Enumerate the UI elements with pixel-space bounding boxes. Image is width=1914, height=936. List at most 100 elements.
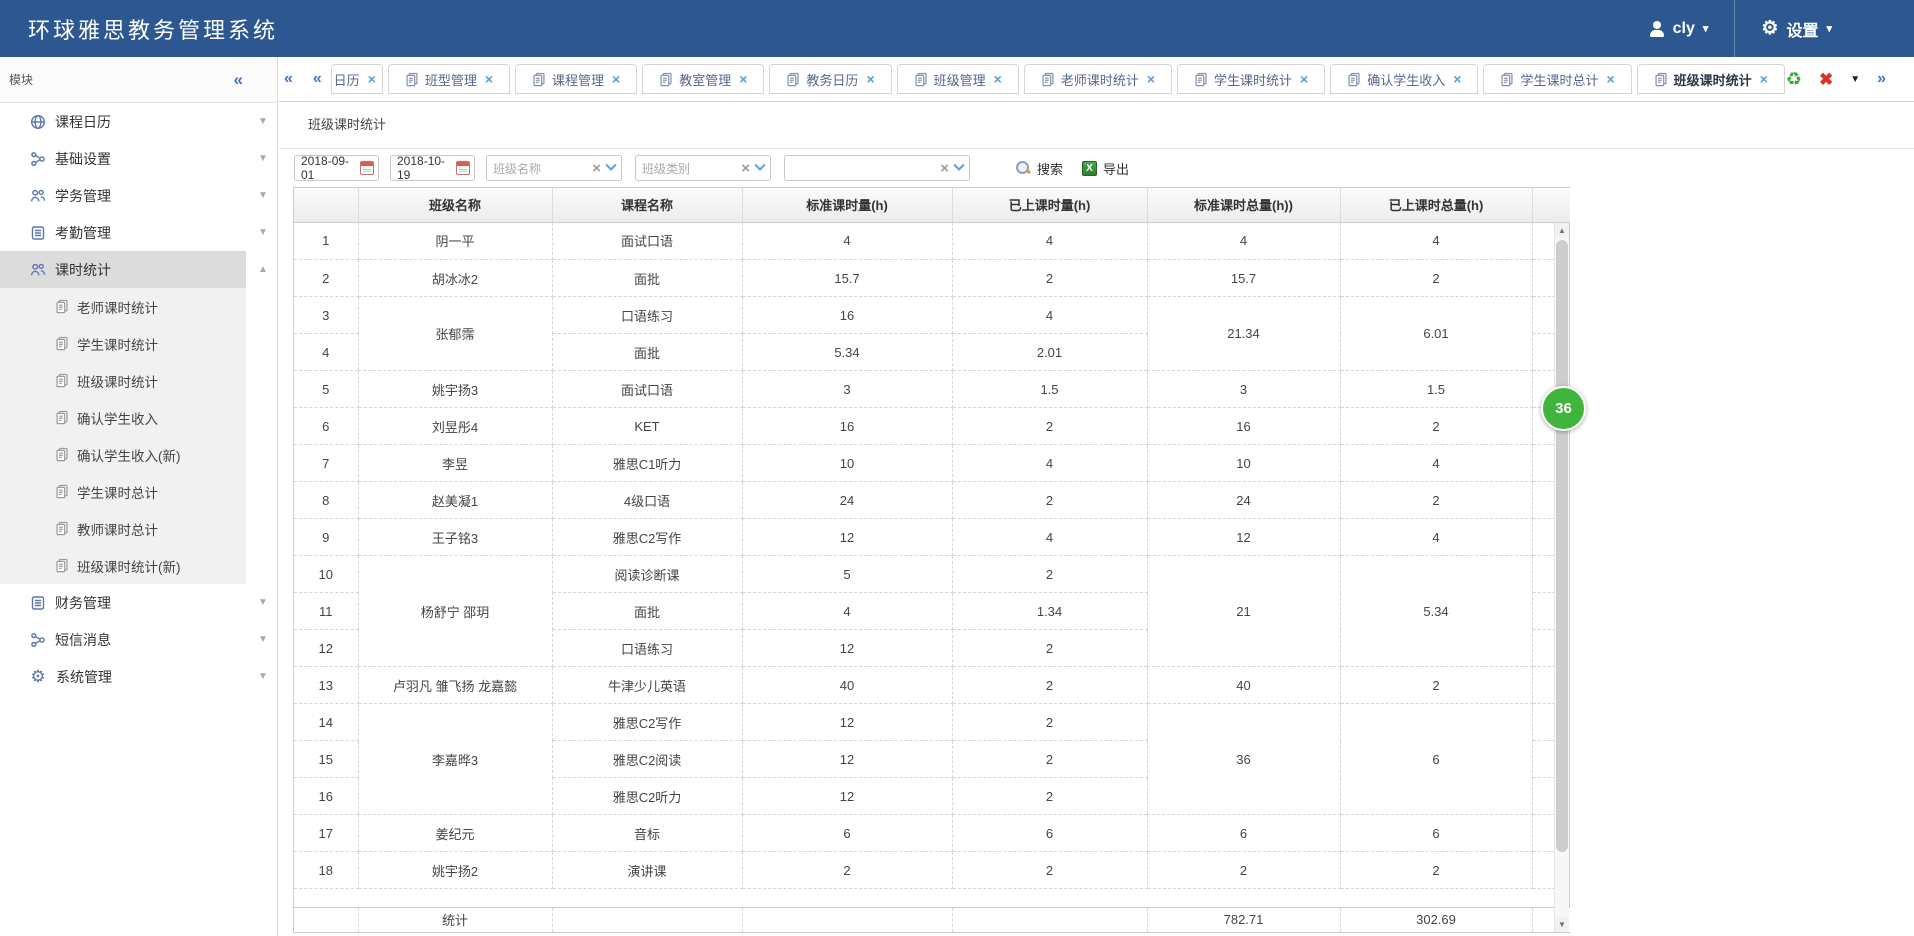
sidebar-subitem-4[interactable]: 确认学生收入 — [0, 399, 246, 436]
sidebar-subitem-2[interactable]: 学生课时统计 — [0, 325, 246, 362]
table-row[interactable]: 1阴一平面试口语4444 — [294, 223, 1569, 260]
sidebar-subitem-8[interactable]: 班级课时统计(新) — [0, 547, 246, 584]
cell-course-name: 雅思C1听力 — [552, 445, 742, 482]
sidebar-subitem-3[interactable]: 班级课时统计 — [0, 362, 246, 399]
table-row[interactable]: 17姜纪元音标6666 — [294, 815, 1569, 852]
table-row[interactable]: 8赵美凝14级口语242242 — [294, 482, 1569, 519]
date-from-input[interactable]: 2018-09-01 — [294, 155, 379, 181]
tab-4[interactable]: 教室管理× — [642, 64, 764, 94]
cell-completed-hours: 1.5 — [952, 371, 1147, 408]
scroll-up-icon[interactable]: ▲ — [1555, 223, 1569, 238]
export-label: 导出 — [1103, 159, 1129, 178]
table-row[interactable]: 13卢羽凡 雏飞扬 龙嘉懿牛津少儿英语402402 — [294, 667, 1569, 704]
sidebar-item-1[interactable]: 课程日历▼ — [0, 103, 246, 140]
close-icon[interactable]: × — [368, 72, 376, 86]
sidebar-subitem-6[interactable]: 学生课时总计 — [0, 473, 246, 510]
export-button[interactable]: X 导出 — [1082, 159, 1129, 178]
close-icon[interactable]: × — [1453, 72, 1461, 86]
settings-menu[interactable]: ⚙ 设置 ▾ — [1735, 0, 1858, 57]
table-row[interactable]: 14李嘉晔3雅思C2写作122366 — [294, 704, 1569, 741]
tab-5[interactable]: 教务日历× — [769, 64, 891, 94]
sidebar-item-2[interactable]: 基础设置▼ — [0, 140, 246, 177]
calendar-icon[interactable] — [360, 161, 374, 175]
table-row[interactable]: 9王子铭3雅思C2写作124124 — [294, 519, 1569, 556]
sidebar-subitem-7[interactable]: 教师课时总计 — [0, 510, 246, 547]
tab-6[interactable]: 班级管理× — [897, 64, 1019, 94]
date-to-input[interactable]: 2018-10-19 — [390, 155, 475, 181]
extra-combobox[interactable]: × — [784, 155, 970, 181]
sidebar-item-4[interactable]: 考勤管理▼ — [0, 214, 246, 251]
close-icon[interactable]: × — [866, 72, 874, 86]
chevron-down-icon[interactable]: ▼ — [258, 116, 268, 127]
cell-standard-hours: 16 — [742, 297, 952, 334]
chevron-down-icon[interactable]: ▼ — [258, 190, 268, 201]
panel-collapse-icon[interactable]: « — [284, 70, 293, 88]
date-to-value: 2018-10-19 — [397, 154, 452, 182]
floating-badge[interactable]: 36 — [1541, 386, 1586, 431]
clear-icon[interactable]: × — [741, 161, 750, 176]
table-row[interactable]: 5姚宇扬3面试口语31.531.5 — [294, 371, 1569, 408]
class-type-combobox[interactable]: 班级类别 × — [635, 155, 771, 181]
refresh-tab-icon[interactable]: ♻ — [1786, 70, 1802, 88]
tab-11[interactable]: 班级课时统计× — [1637, 64, 1785, 94]
chevron-down-icon[interactable]: ▼ — [258, 227, 268, 238]
tab-9[interactable]: 确认学生收入× — [1330, 64, 1478, 94]
tab-menu-caret-icon[interactable]: ▼ — [1850, 74, 1860, 85]
close-icon[interactable]: × — [485, 72, 493, 86]
class-name-combobox[interactable]: 班级名称 × — [486, 155, 622, 181]
chevron-down-icon[interactable]: ▼ — [258, 634, 268, 645]
table-row[interactable]: 3张郁霈口语练习16421.346.01 — [294, 297, 1569, 334]
collapse-sidebar-icon[interactable]: « — [234, 70, 243, 90]
chevron-down-icon[interactable] — [754, 160, 765, 171]
chevron-down-icon[interactable]: ▼ — [258, 153, 268, 164]
close-icon[interactable]: × — [612, 72, 620, 86]
chevron-up-icon[interactable]: ▲ — [258, 264, 268, 275]
sidebar-subitem-label: 班级课时统计 — [77, 371, 158, 391]
sidebar-item-5[interactable]: 课时统计▲ — [0, 251, 246, 288]
cell-row-number: 9 — [294, 519, 358, 556]
close-icon[interactable]: × — [1147, 72, 1155, 86]
vertical-scrollbar[interactable]: ▲ ▼ — [1554, 223, 1569, 932]
tab-2[interactable]: 班型管理× — [388, 64, 510, 94]
sidebar-subitem-1[interactable]: 老师课时统计 — [0, 288, 246, 325]
tab-8[interactable]: 学生课时统计× — [1177, 64, 1325, 94]
chevron-down-icon: ▾ — [1703, 22, 1709, 35]
tab-3[interactable]: 课程管理× — [515, 64, 637, 94]
cell-row-number: 15 — [294, 741, 358, 778]
clear-icon[interactable]: × — [592, 161, 601, 176]
user-menu[interactable]: cly ▾ — [1623, 0, 1735, 57]
sidebar-item-7[interactable]: 短信消息▼ — [0, 621, 246, 658]
sidebar-item-8[interactable]: ⚙系统管理▼ — [0, 658, 246, 695]
sidebar-item-3[interactable]: 学务管理▼ — [0, 177, 246, 214]
calendar-icon[interactable] — [456, 161, 470, 175]
tab-1[interactable]: 日历× — [331, 64, 383, 94]
chevron-down-icon[interactable]: ▼ — [258, 671, 268, 682]
close-icon[interactable]: × — [739, 72, 747, 86]
scroll-down-icon[interactable]: ▼ — [1555, 917, 1569, 932]
sidebar-subitem-5[interactable]: 确认学生收入(新) — [0, 436, 246, 473]
tab-7[interactable]: 老师课时统计× — [1024, 64, 1172, 94]
chevron-down-icon[interactable] — [605, 160, 616, 171]
close-icon[interactable]: × — [1300, 72, 1308, 86]
sidebar-item-6[interactable]: 财务管理▼ — [0, 584, 246, 621]
table-row[interactable]: 10杨舒宁 邵玥阅读诊断课52215.34 — [294, 556, 1569, 593]
table-row[interactable]: 18姚宇扬2演讲课2222 — [294, 852, 1569, 889]
close-all-tabs-icon[interactable]: ✖ — [1819, 71, 1833, 88]
chevron-down-icon[interactable] — [953, 160, 964, 171]
table-row[interactable]: 7李昱雅思C1听力104104 — [294, 445, 1569, 482]
table-row[interactable]: 2胡冰冰2面批15.7215.72 — [294, 260, 1569, 297]
table-row[interactable]: 6刘昱彤4KET162162 — [294, 408, 1569, 445]
clear-icon[interactable]: × — [940, 161, 949, 176]
document-icon — [55, 484, 69, 499]
close-icon[interactable]: × — [1606, 72, 1614, 86]
scrollbar-thumb[interactable] — [1556, 240, 1568, 852]
tab-10[interactable]: 学生课时总计× — [1483, 64, 1631, 94]
gear-icon: ⚙ — [1761, 19, 1778, 38]
search-button[interactable]: 搜索 — [1015, 159, 1063, 178]
close-icon[interactable]: × — [994, 72, 1002, 86]
close-icon[interactable]: × — [1760, 72, 1768, 86]
chevron-down-icon[interactable]: ▼ — [258, 597, 268, 608]
datagrid-footer: 统计782.71302.69 — [294, 907, 1569, 932]
tab-scroll-left-icon[interactable]: « — [313, 70, 322, 88]
tab-scroll-right-icon[interactable]: » — [1877, 70, 1886, 88]
